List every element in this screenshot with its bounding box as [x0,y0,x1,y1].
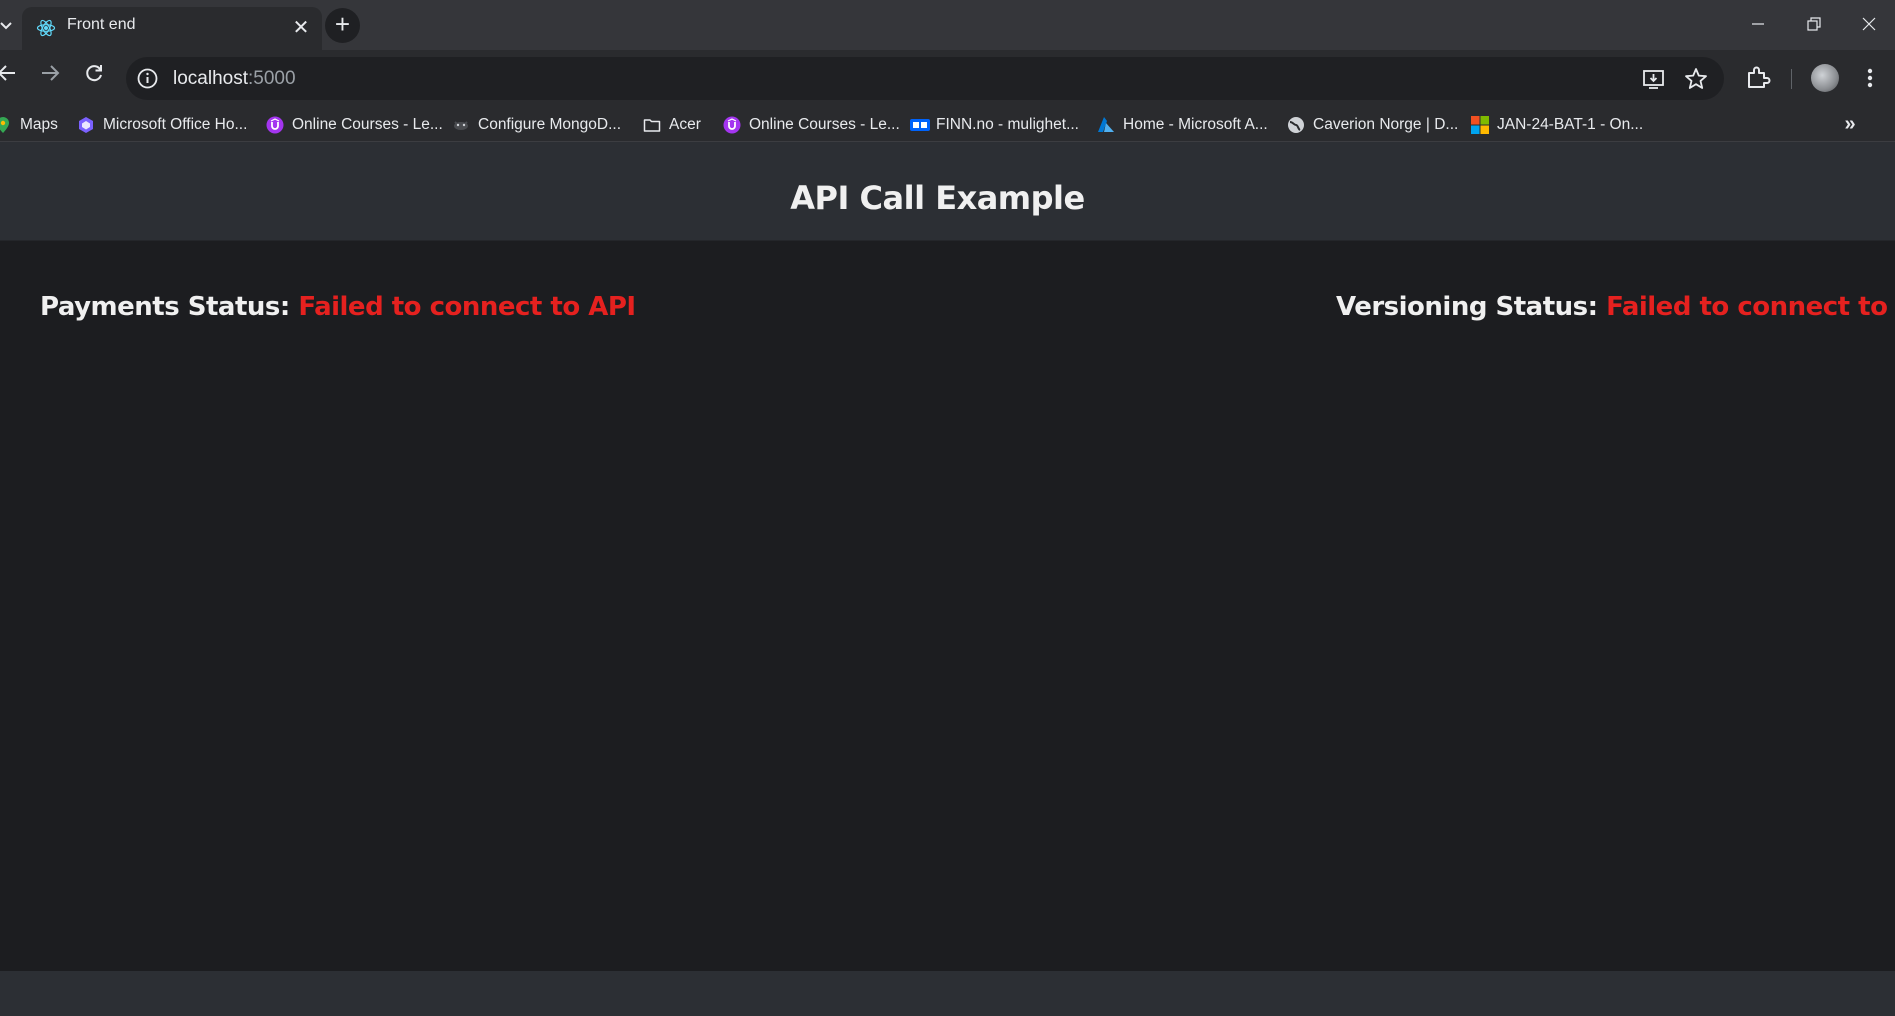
bookmark-label: FINN.no - mulighet... [936,116,1079,133]
back-button[interactable] [0,61,24,95]
bookmark-label: Home - Microsoft A... [1123,116,1268,133]
bookmark-online-courses-1[interactable]: Online Courses - Le... [266,113,443,137]
payments-status-value: Failed to connect to API [298,292,636,322]
maps-icon [0,116,12,134]
bookmark-jan-24-bat[interactable]: JAN-24-BAT-1 - On... [1471,113,1643,137]
udemy-icon [266,116,284,134]
bookmark-label: Configure MongoD... [478,116,622,133]
page-footer [0,971,1895,1016]
bookmarks-bar: Maps Microsoft Office Ho... Online Cours… [0,107,1895,142]
bookmarks-more-icon[interactable]: » [1838,113,1862,137]
page-main: Payments Status: Failed to connect to AP… [0,241,1895,1004]
finn-icon [910,116,930,134]
tab-title: Front end [67,16,136,33]
azure-icon [1097,116,1115,134]
bookmark-azure-home[interactable]: Home - Microsoft A... [1097,113,1268,137]
page-header: API Call Example [0,142,1895,241]
bookmark-label: Online Courses - Le... [292,116,443,133]
reload-button[interactable] [77,61,111,95]
url-host: localhost [173,68,248,89]
versioning-status-label: Versioning Status: [1336,292,1598,322]
bookmark-caverion[interactable]: Caverion Norge | D... [1287,113,1458,137]
browser-menu-icon[interactable] [1860,64,1880,92]
microsoft-icon [1471,116,1489,134]
new-tab-button[interactable]: + [325,8,360,43]
github-icon [452,116,470,134]
bookmark-label: Microsoft Office Ho... [103,116,248,133]
tab-strip: Front end ✕ + [0,0,1895,50]
install-app-icon[interactable] [1641,66,1667,92]
bookmark-label: Online Courses - Le... [749,116,900,133]
bookmark-maps[interactable]: Maps [0,113,58,137]
tab-close-icon[interactable]: ✕ [288,15,314,41]
bookmark-online-courses-2[interactable]: Online Courses - Le... [723,113,900,137]
browser-tab[interactable]: Front end ✕ [22,7,322,50]
payments-status-label: Payments Status: [40,292,290,322]
extensions-icon[interactable] [1744,64,1772,92]
bookmark-star-icon[interactable] [1683,66,1709,92]
globe-icon [1287,116,1305,134]
bookmark-label: JAN-24-BAT-1 - On... [1497,116,1644,133]
site-info-icon[interactable] [136,67,159,90]
bookmark-configure-mongodb[interactable]: Configure MongoD... [452,113,621,137]
bookmark-office[interactable]: Microsoft Office Ho... [77,113,247,137]
forward-button[interactable] [33,61,67,95]
udemy-icon [723,116,741,134]
bookmark-label: Maps [20,116,58,133]
url-text: localhost:5000 [173,68,296,90]
react-icon [36,18,56,38]
browser-toolbar: localhost:5000 [0,50,1895,107]
versioning-status-value: Failed to connect to API [1606,292,1895,322]
bookmark-acer-folder[interactable]: Acer [643,113,701,137]
bookmark-label: Acer [669,116,701,133]
tab-search-chevron-icon[interactable] [0,15,14,35]
bookmark-label: Caverion Norge | D... [1313,116,1459,133]
url-port: :5000 [248,68,296,89]
payments-status: Payments Status: Failed to connect to AP… [40,292,636,322]
minimize-button[interactable] [1738,8,1778,42]
close-window-button[interactable] [1849,8,1889,42]
page-title: API Call Example [790,179,1085,217]
bookmark-finn[interactable]: FINN.no - mulighet... [910,113,1079,137]
address-bar[interactable]: localhost:5000 [126,57,1724,100]
profile-avatar[interactable] [1811,64,1839,92]
restore-button[interactable] [1794,8,1834,42]
office-icon [77,116,95,134]
folder-icon [643,116,661,134]
versioning-status: Versioning Status: Failed to connect to … [1336,292,1895,322]
toolbar-divider [1791,69,1792,89]
